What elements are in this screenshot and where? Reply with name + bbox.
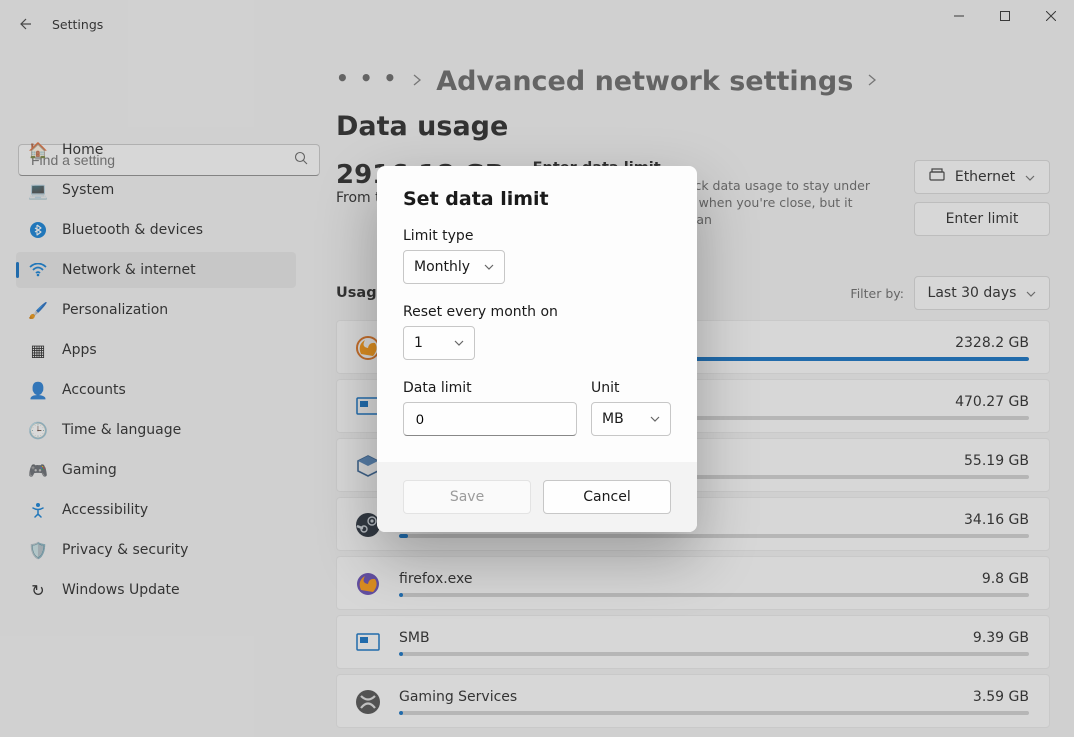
- dialog-title: Set data limit: [403, 188, 671, 210]
- unit-select[interactable]: MB: [591, 402, 671, 436]
- data-limit-field-label: Data limit: [403, 380, 577, 396]
- modal-scrim[interactable]: Set data limit Limit type Monthly Reset …: [0, 0, 1074, 737]
- cancel-button[interactable]: Cancel: [543, 480, 671, 514]
- reset-day-value: 1: [414, 335, 423, 351]
- save-button[interactable]: Save: [403, 480, 531, 514]
- unit-label: Unit: [591, 380, 671, 396]
- chevron-down-icon: [454, 336, 464, 349]
- limit-type-label: Limit type: [403, 228, 671, 244]
- cancel-label: Cancel: [583, 489, 630, 505]
- reset-day-label: Reset every month on: [403, 304, 671, 320]
- data-limit-input-wrapper[interactable]: [403, 402, 577, 436]
- save-label: Save: [450, 489, 484, 505]
- unit-value: MB: [602, 411, 624, 427]
- limit-type-select[interactable]: Monthly: [403, 250, 505, 284]
- limit-type-value: Monthly: [414, 259, 470, 275]
- data-limit-input[interactable]: [414, 410, 566, 428]
- reset-day-select[interactable]: 1: [403, 326, 475, 360]
- set-data-limit-dialog: Set data limit Limit type Monthly Reset …: [377, 166, 697, 532]
- chevron-down-icon: [484, 260, 494, 273]
- chevron-down-icon: [650, 412, 660, 425]
